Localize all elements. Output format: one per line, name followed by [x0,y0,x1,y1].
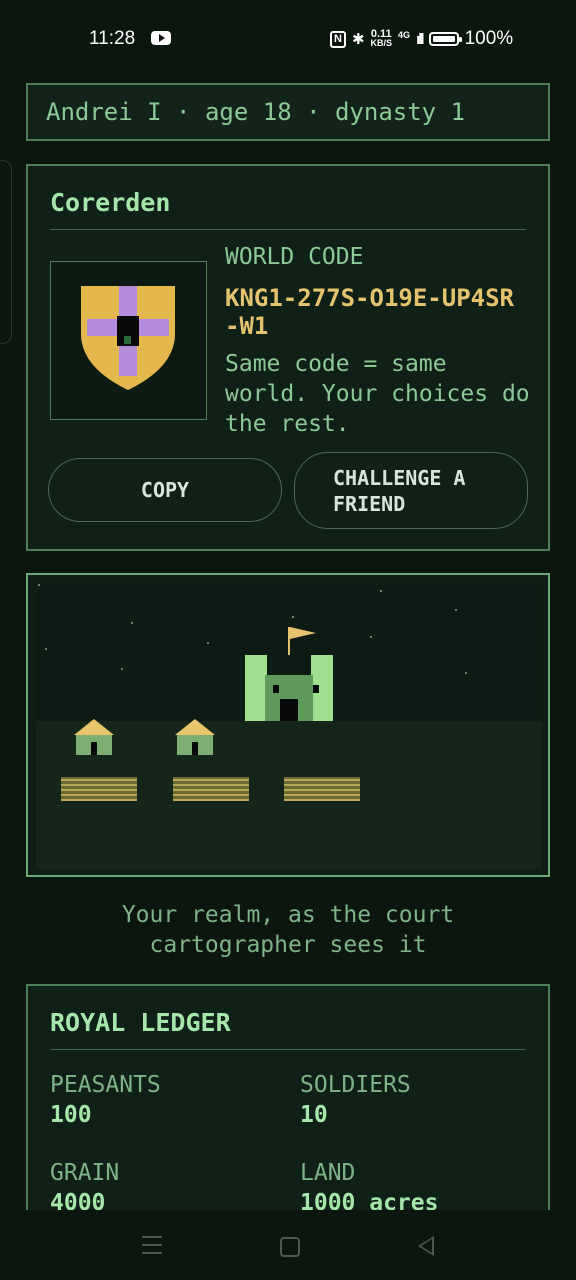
stat-peasants-value: 100 [50,1102,92,1128]
realm-card: Corerden WORLD CODE KNG1-277S-O19E-UP4SR… [26,164,550,551]
divider [50,229,526,230]
ruler-header: Andrei I · age 18 · dynasty 1 [26,83,550,141]
nfc-icon: N [330,30,346,48]
challenge-button-label: CHALLENGE A FRIEND [333,465,465,517]
status-icons: N ✱ 0.11 KB/S 4G ıll 100% [330,28,513,50]
map-caption-line1: Your realm, as the court [121,902,455,928]
field-2 [173,777,249,801]
back-icon[interactable] [418,1236,434,1256]
youtube-notification-icon [151,31,171,45]
world-code: KNG1-277S-O19E-UP4SR-W1 [225,284,514,340]
network-speed-unit: KB/S [370,38,393,48]
map-caption-line2: cartographer sees it [149,932,427,958]
royal-ledger-card: ROYAL LEDGER PEASANTS 100 SOLDIERS 10 GR… [26,984,550,1224]
challenge-label-line1: CHALLENGE A [333,465,466,490]
status-time: 11:28 [89,28,136,49]
challenge-label-line2: FRIEND [333,491,406,516]
challenge-friend-button[interactable]: CHALLENGE A FRIEND [294,452,528,529]
copy-button-label: COPY [140,478,190,502]
battery-icon [428,32,462,46]
home-icon[interactable] [280,1237,300,1257]
fields [61,777,360,801]
shield-crest-icon [81,286,175,390]
copy-button[interactable]: COPY [48,458,282,522]
edge-panel-handle[interactable] [0,160,12,344]
stat-grain-label: GRAIN [50,1160,120,1186]
realm-map [26,573,550,877]
menu-icon[interactable] [142,1236,162,1260]
crest-frame [50,261,207,420]
field-3 [284,777,360,801]
field-1 [61,777,137,801]
stat-peasants-label: PEASANTS [50,1072,161,1098]
map-caption: Your realm, as the court cartographer se… [0,900,576,960]
realm-name: Corerden [50,188,171,217]
world-code-label: WORLD CODE [225,244,364,270]
realm-map-canvas [36,583,542,869]
signal-icon: ıll [416,30,424,48]
ruler-info: Andrei I · age 18 · dynasty 1 [46,98,466,126]
divider [50,1049,526,1050]
world-code-note: Same code = same world. Your choices do … [225,351,530,437]
system-nav-bar [0,1210,576,1280]
ledger-title: ROYAL LEDGER [50,1008,231,1037]
network-speed: 0.11 KB/S [370,29,393,48]
stat-soldiers-label: SOLDIERS [300,1072,411,1098]
network-type: 4G [398,30,411,40]
battery-percent: 100% [464,28,514,49]
stat-land-label: LAND [300,1160,356,1186]
bluetooth-icon: ✱ [351,31,365,48]
stat-soldiers-value: 10 [300,1102,328,1128]
status-bar: 11:28 N ✱ 0.11 KB/S 4G ıll 100% [0,0,576,78]
